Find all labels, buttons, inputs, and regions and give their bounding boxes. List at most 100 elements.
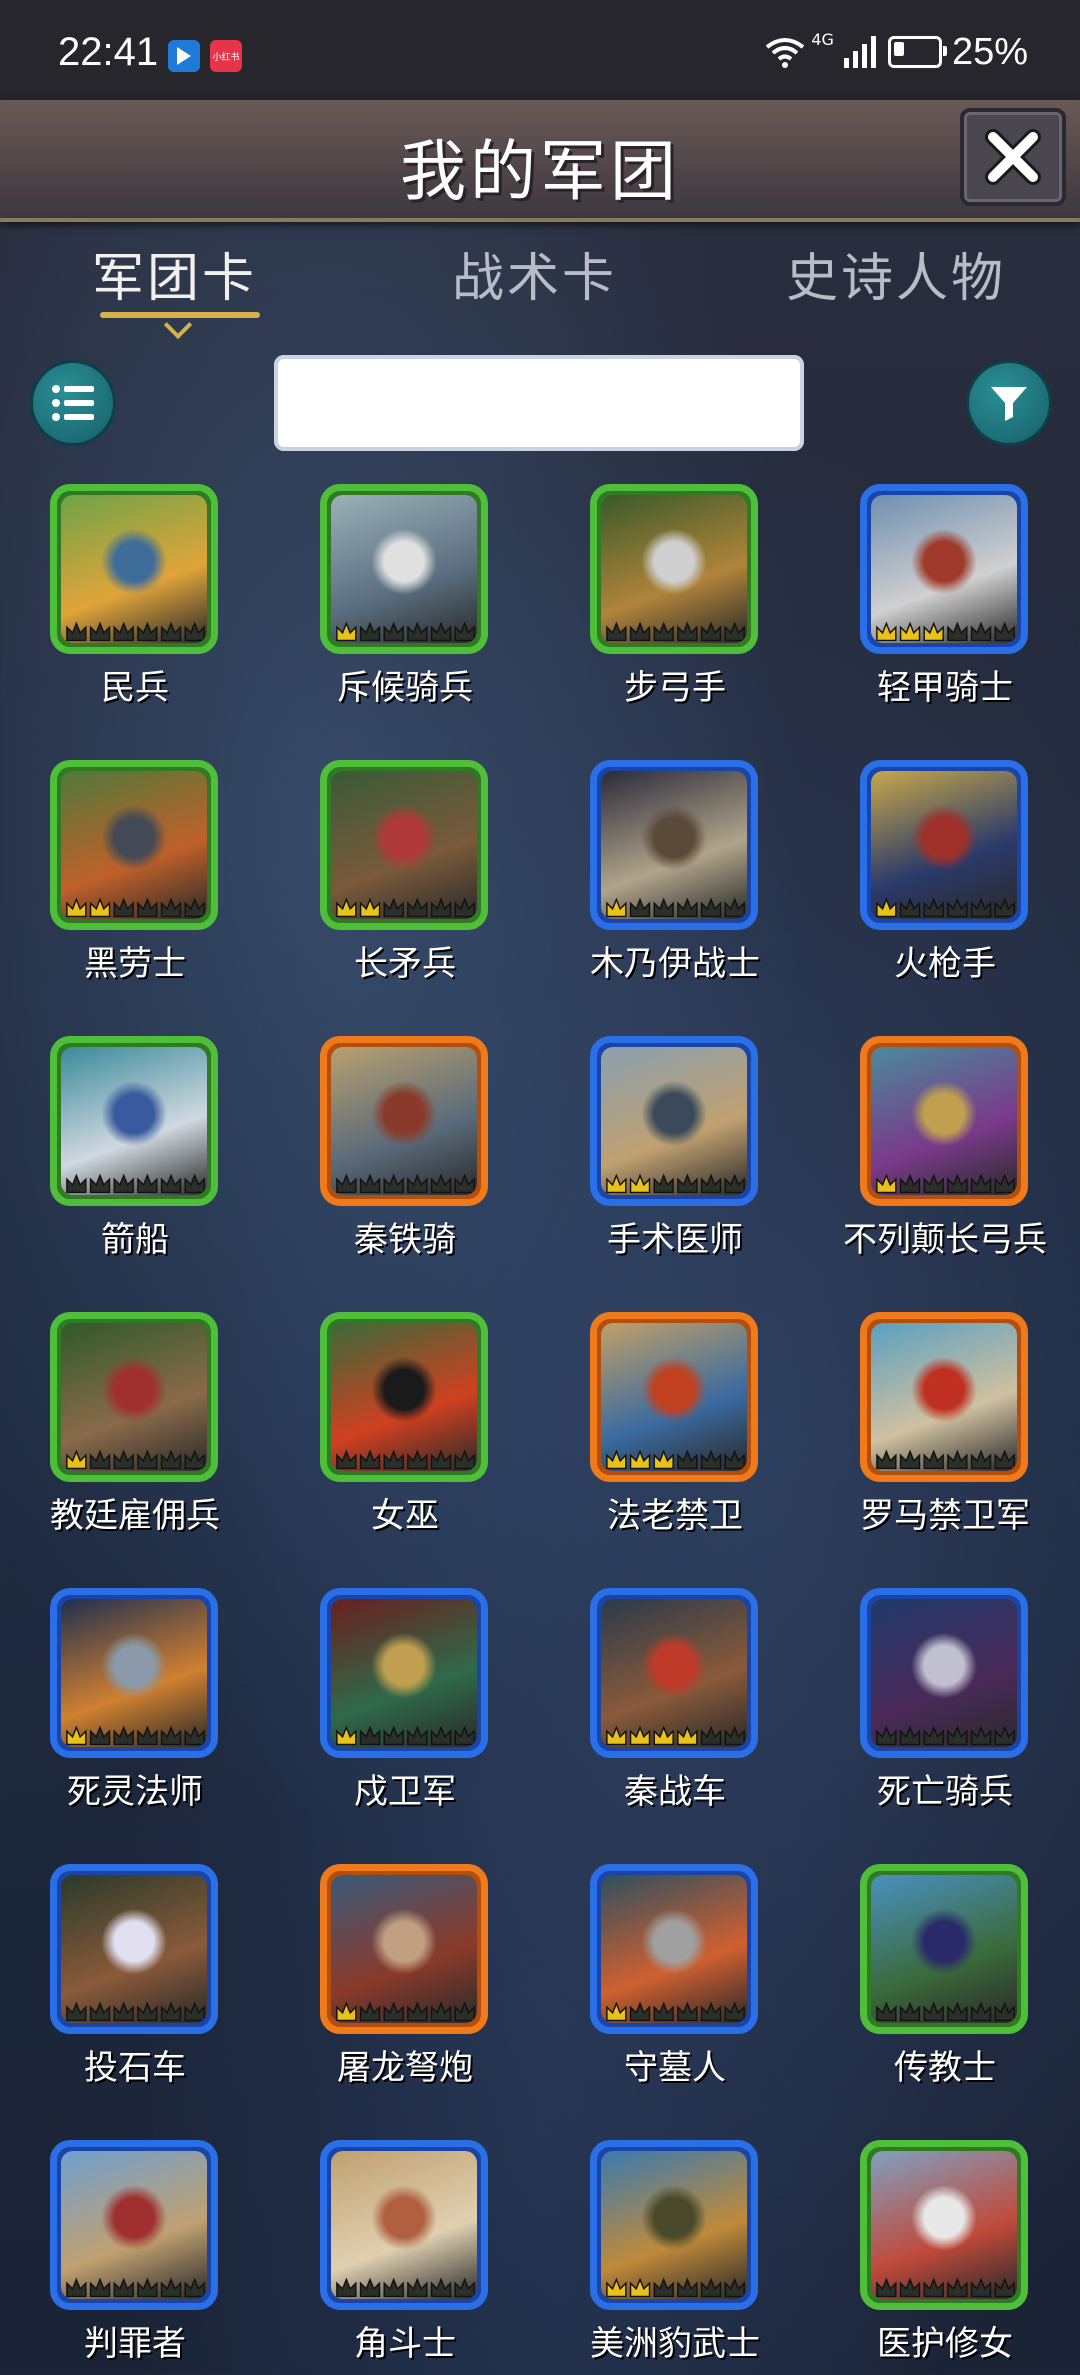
unit-portrait bbox=[331, 1047, 477, 1195]
unit-name: 死亡骑兵 bbox=[877, 1772, 1013, 1812]
unit-card[interactable]: 长矛兵 bbox=[270, 760, 490, 1020]
unit-name: 火枪手 bbox=[894, 944, 996, 984]
unit-card[interactable]: 判罪者 bbox=[0, 2140, 220, 2375]
star-rating bbox=[331, 1997, 477, 2023]
unit-card[interactable]: 秦铁骑 bbox=[270, 1036, 490, 1296]
unit-name: 秦铁骑 bbox=[354, 1220, 456, 1260]
search-input[interactable] bbox=[274, 355, 804, 451]
unit-card[interactable]: 秦战车 bbox=[540, 1588, 760, 1848]
unit-portrait-frame bbox=[590, 1036, 758, 1206]
unit-portrait-frame bbox=[50, 484, 218, 654]
unit-portrait bbox=[331, 1599, 477, 1747]
unit-card[interactable]: 女巫 bbox=[270, 1312, 490, 1572]
unit-card[interactable]: 教廷雇佣兵 bbox=[0, 1312, 220, 1572]
unit-portrait bbox=[61, 771, 207, 919]
unit-portrait bbox=[331, 2151, 477, 2299]
star-rating bbox=[601, 617, 747, 643]
star-rating bbox=[601, 893, 747, 919]
filter-icon bbox=[991, 387, 1027, 421]
unit-card[interactable]: 轻甲骑士 bbox=[810, 484, 1030, 744]
status-bar: 22:41 小红书 4G 25% bbox=[0, 0, 1080, 100]
close-icon bbox=[985, 129, 1041, 185]
unit-card[interactable]: 火枪手 bbox=[810, 760, 1030, 1020]
unit-card[interactable]: 医护修女 bbox=[810, 2140, 1030, 2375]
unit-portrait bbox=[61, 1875, 207, 2023]
unit-card[interactable]: 守墓人 bbox=[540, 1864, 760, 2124]
unit-name: 秦战车 bbox=[624, 1772, 726, 1812]
unit-portrait bbox=[61, 1047, 207, 1195]
unit-card[interactable]: 美洲豹武士 bbox=[540, 2140, 760, 2375]
unit-name: 屠龙弩炮 bbox=[337, 2048, 473, 2088]
battery-percent: 25% bbox=[951, 30, 1028, 73]
unit-portrait bbox=[871, 1323, 1017, 1471]
tab-epic-heroes[interactable]: 史诗人物 bbox=[786, 236, 1006, 311]
unit-card[interactable]: 民兵 bbox=[0, 484, 220, 744]
unit-portrait-frame bbox=[320, 2140, 488, 2310]
unit-card[interactable]: 斥候骑兵 bbox=[270, 484, 490, 744]
close-button[interactable] bbox=[960, 108, 1066, 206]
unit-portrait-frame bbox=[860, 760, 1028, 930]
unit-portrait-frame bbox=[590, 1588, 758, 1758]
unit-portrait-frame bbox=[860, 484, 1028, 654]
tab-tactic-cards[interactable]: 战术卡 bbox=[452, 236, 617, 311]
unit-portrait bbox=[601, 1599, 747, 1747]
filter-button[interactable] bbox=[966, 360, 1052, 446]
unit-card[interactable]: 不列颠长弓兵 bbox=[810, 1036, 1047, 1296]
unit-portrait-frame bbox=[860, 1036, 1028, 1206]
unit-name: 角斗士 bbox=[354, 2324, 456, 2364]
unit-card[interactable]: 法老禁卫 bbox=[540, 1312, 760, 1572]
star-rating bbox=[61, 1445, 207, 1471]
unit-portrait-frame bbox=[320, 1864, 488, 2034]
unit-portrait bbox=[871, 495, 1017, 643]
unit-portrait-frame bbox=[50, 760, 218, 930]
star-rating bbox=[601, 2273, 747, 2299]
unit-name: 医护修女 bbox=[877, 2324, 1013, 2364]
unit-portrait bbox=[601, 1047, 747, 1195]
unit-portrait bbox=[601, 771, 747, 919]
notification-app-icon bbox=[168, 40, 200, 72]
unit-card[interactable]: 木乃伊战士 bbox=[540, 760, 760, 1020]
unit-portrait-frame bbox=[320, 1588, 488, 1758]
unit-card[interactable]: 传教士 bbox=[810, 1864, 1030, 2124]
unit-name: 女巫 bbox=[371, 1496, 439, 1536]
star-rating bbox=[601, 1997, 747, 2023]
unit-name: 美洲豹武士 bbox=[590, 2324, 760, 2364]
unit-name: 手术医师 bbox=[607, 1220, 743, 1260]
unit-portrait bbox=[61, 2151, 207, 2299]
unit-portrait-frame bbox=[50, 2140, 218, 2310]
network-type: 4G bbox=[811, 30, 834, 49]
signal-icon bbox=[843, 36, 876, 68]
unit-card[interactable]: 步弓手 bbox=[540, 484, 760, 744]
status-time: 22:41 bbox=[58, 30, 159, 74]
unit-portrait bbox=[871, 1875, 1017, 2023]
unit-card[interactable]: 死亡骑兵 bbox=[810, 1588, 1030, 1848]
unit-portrait-frame bbox=[320, 760, 488, 930]
star-rating bbox=[871, 2273, 1017, 2299]
unit-portrait-frame bbox=[320, 484, 488, 654]
unit-portrait-frame bbox=[590, 2140, 758, 2310]
unit-name: 判罪者 bbox=[84, 2324, 186, 2364]
unit-portrait-frame bbox=[590, 760, 758, 930]
unit-portrait-frame bbox=[590, 1312, 758, 1482]
unit-card[interactable]: 投石车 bbox=[0, 1864, 220, 2124]
unit-portrait bbox=[871, 1599, 1017, 1747]
unit-card[interactable]: 屠龙弩炮 bbox=[270, 1864, 490, 2124]
unit-portrait-frame bbox=[860, 2140, 1028, 2310]
list-view-button[interactable] bbox=[30, 360, 116, 446]
unit-card[interactable]: 手术医师 bbox=[540, 1036, 760, 1296]
unit-card[interactable]: 罗马禁卫军 bbox=[810, 1312, 1030, 1572]
unit-card[interactable]: 黑劳士 bbox=[0, 760, 220, 1020]
star-rating bbox=[61, 1169, 207, 1195]
unit-card[interactable]: 戍卫军 bbox=[270, 1588, 490, 1848]
unit-card[interactable]: 死灵法师 bbox=[0, 1588, 220, 1848]
unit-card[interactable]: 箭船 bbox=[0, 1036, 220, 1296]
unit-name: 不列颠长弓兵 bbox=[843, 1220, 1047, 1260]
list-icon bbox=[52, 385, 94, 421]
notification-app-badge: 小红书 bbox=[210, 40, 242, 72]
tab-legion-cards[interactable]: 军团卡 bbox=[92, 236, 257, 311]
unit-card[interactable]: 角斗士 bbox=[270, 2140, 490, 2375]
star-rating bbox=[61, 893, 207, 919]
star-rating bbox=[871, 1721, 1017, 1747]
star-rating bbox=[601, 1721, 747, 1747]
unit-portrait bbox=[331, 771, 477, 919]
